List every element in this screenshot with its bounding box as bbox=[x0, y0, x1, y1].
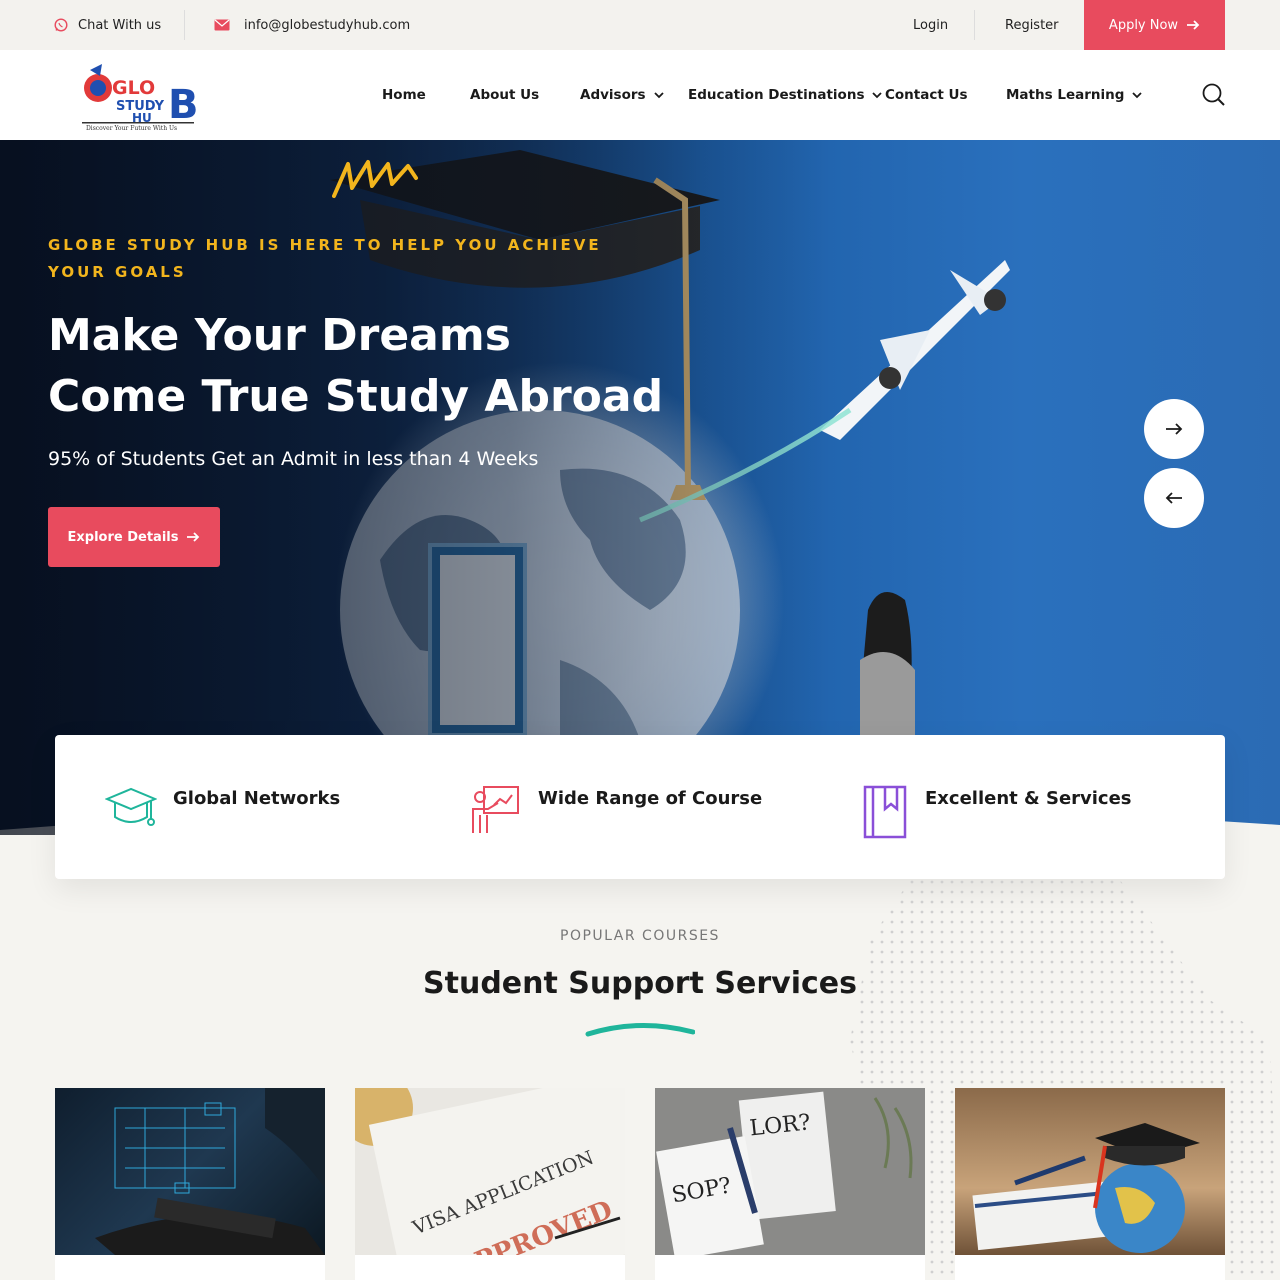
apply-now-button[interactable]: Apply Now bbox=[1084, 0, 1225, 50]
email-link[interactable]: info@globestudyhub.com bbox=[214, 0, 410, 50]
register-link[interactable]: Register bbox=[1005, 0, 1059, 50]
feature-excellent-services: Excellent & Services bbox=[863, 785, 1132, 839]
nav-item-label: Maths Learning bbox=[1006, 87, 1125, 103]
nav-item-destinations[interactable]: Education Destinations bbox=[688, 50, 883, 140]
arrow-right-icon bbox=[186, 531, 200, 543]
nav-item-label: Education Destinations bbox=[688, 87, 865, 103]
bookmark-book-icon bbox=[863, 785, 909, 839]
nav-item-label: Home bbox=[382, 87, 426, 103]
divider bbox=[974, 10, 975, 40]
card-image-visa: VISA APPLICATION APPROVED bbox=[355, 1088, 625, 1255]
arrow-right-icon bbox=[1165, 422, 1183, 436]
hero-subtext: 95% of Students Get an Admit in less tha… bbox=[48, 448, 539, 470]
service-card[interactable]: VISA APPLICATION APPROVED bbox=[355, 1088, 625, 1280]
feature-label: Excellent & Services bbox=[925, 788, 1132, 809]
nav-item-maths[interactable]: Maths Learning bbox=[1006, 50, 1143, 140]
features-card: Global Networks Wide Range of Course Exc… bbox=[55, 735, 1225, 879]
squiggle-decoration bbox=[332, 160, 418, 198]
chevron-down-icon bbox=[872, 91, 883, 99]
slider-next-button[interactable] bbox=[1144, 399, 1204, 459]
section-eyebrow: POPULAR COURSES bbox=[560, 928, 720, 944]
service-card[interactable] bbox=[55, 1088, 325, 1280]
teacher-board-icon bbox=[470, 785, 522, 837]
nav-item-label: Advisors bbox=[580, 87, 646, 103]
card-image-graduation-globe bbox=[955, 1088, 1225, 1255]
logo-text-glo: GLO bbox=[112, 77, 155, 99]
slider-prev-button[interactable] bbox=[1144, 468, 1204, 528]
divider bbox=[184, 10, 185, 40]
search-button[interactable] bbox=[1201, 82, 1227, 108]
chat-label: Chat With us bbox=[78, 17, 162, 33]
email-label: info@globestudyhub.com bbox=[244, 17, 411, 33]
feature-label: Global Networks bbox=[173, 788, 341, 809]
nav-item-contact[interactable]: Contact Us bbox=[885, 50, 968, 140]
logo-tagline: Discover Your Future With Us bbox=[86, 125, 177, 132]
graduation-cap-icon bbox=[105, 785, 157, 829]
hero-headline-line2: Come True Study Abroad bbox=[48, 371, 664, 422]
chevron-down-icon bbox=[653, 91, 664, 99]
arrow-right-icon bbox=[1186, 19, 1200, 31]
login-link[interactable]: Login bbox=[913, 0, 948, 50]
chat-link[interactable]: Chat With us bbox=[54, 0, 161, 50]
service-card[interactable]: SOP? LOR? bbox=[655, 1088, 925, 1280]
feature-wide-range: Wide Range of Course bbox=[470, 785, 762, 837]
feature-global-networks: Global Networks bbox=[105, 785, 340, 829]
logo-letter-b: B bbox=[168, 82, 199, 128]
feature-label: Wide Range of Course bbox=[538, 788, 763, 809]
envelope-icon bbox=[214, 19, 230, 31]
arrow-left-icon bbox=[1165, 491, 1183, 505]
explore-details-label: Explore Details bbox=[67, 529, 179, 545]
site-logo[interactable]: GLO STUDY HU B Discover Your Future With… bbox=[80, 60, 200, 132]
nav-item-about[interactable]: About Us bbox=[470, 50, 539, 140]
hero-headline-line1: Make Your Dreams bbox=[48, 310, 511, 361]
chevron-down-icon bbox=[1132, 91, 1143, 99]
top-bar: Chat With us info@globestudyhub.com Logi… bbox=[0, 0, 1280, 50]
nav-item-label: About Us bbox=[470, 87, 540, 103]
hero-headline: Make Your Dreams Come True Study Abroad bbox=[48, 305, 668, 427]
nav-item-label: Contact Us bbox=[885, 87, 968, 103]
search-icon bbox=[1201, 82, 1227, 108]
hero-eyebrow: GLOBE STUDY HUB IS HERE TO HELP YOU ACHI… bbox=[48, 236, 602, 281]
nav-item-advisors[interactable]: Advisors bbox=[580, 50, 664, 140]
service-card[interactable] bbox=[955, 1088, 1225, 1280]
title-underline-decoration bbox=[585, 1022, 695, 1037]
explore-details-button[interactable]: Explore Details bbox=[48, 507, 220, 567]
card-image-tech bbox=[55, 1088, 325, 1255]
section-title: Student Support Services bbox=[423, 966, 857, 1001]
apply-now-label: Apply Now bbox=[1108, 17, 1179, 33]
card-image-sop-lor: SOP? LOR? bbox=[655, 1088, 925, 1255]
nav-item-home[interactable]: Home bbox=[382, 50, 426, 140]
whatsapp-icon bbox=[54, 18, 68, 32]
